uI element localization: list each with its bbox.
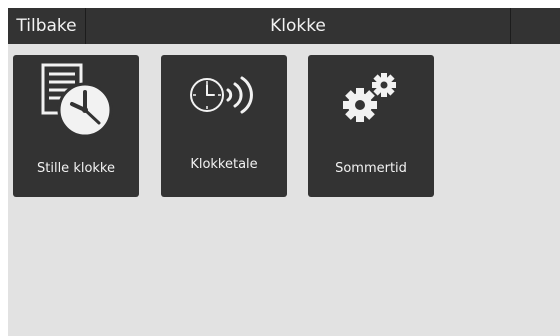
back-button[interactable]: Tilbake bbox=[8, 8, 86, 44]
tile-speaking-clock[interactable]: Klokketale bbox=[161, 55, 287, 197]
tile-summer-time[interactable]: Sommertid bbox=[308, 55, 434, 197]
top-bar-right-slot bbox=[510, 8, 560, 44]
tile-set-clock[interactable]: Stille klokke bbox=[13, 55, 139, 197]
gears-icon bbox=[308, 55, 434, 153]
tile-label: Klokketale bbox=[190, 157, 258, 172]
page-title: Klokke bbox=[270, 16, 326, 36]
document-clock-icon bbox=[13, 55, 139, 153]
screen: Tilbake Klokke Stille klokke Klokketale … bbox=[8, 8, 560, 336]
tile-label: Stille klokke bbox=[37, 161, 115, 176]
speaking-clock-icon bbox=[161, 55, 287, 153]
tile-label: Sommertid bbox=[335, 161, 407, 176]
top-bar: Tilbake Klokke bbox=[8, 8, 560, 44]
